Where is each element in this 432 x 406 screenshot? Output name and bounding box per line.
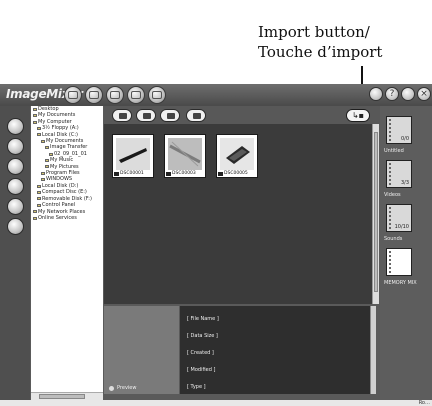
tree-item[interactable]: Online Services <box>31 215 103 221</box>
folder-icon <box>37 184 41 188</box>
album-name: MEMORY MIX <box>384 280 417 286</box>
info-created: [ Created ] <box>187 350 214 356</box>
folder-icon <box>49 152 53 156</box>
account-icon[interactable] <box>369 87 383 101</box>
thumbnail-label: DSC00001 <box>120 171 144 176</box>
callout-line2: Touche d’import <box>258 43 383 61</box>
import-button[interactable]: ↳▪ <box>346 109 370 122</box>
title-bar: ImageMixer ? × <box>0 84 432 106</box>
web-mode-button[interactable] <box>127 86 145 104</box>
thumbnail-grid: DSC00001 DSC00003 DSC00005 <box>104 124 372 304</box>
folder-icon <box>37 203 41 207</box>
print-tool-icon[interactable] <box>7 218 24 235</box>
folder-icon <box>37 197 41 201</box>
thumbnail-item[interactable]: DSC00001 <box>112 134 154 178</box>
album-name: Sounds <box>384 236 403 242</box>
info-type: [ Type ] <box>187 384 206 390</box>
tree-item-label: Online Services <box>38 214 77 221</box>
preview-pane <box>104 306 179 394</box>
info-data-size: [ Data Size ] <box>187 333 218 339</box>
thumbnail-item[interactable]: DSC00005 <box>216 134 258 178</box>
info-file-name: [ File Name ] <box>187 316 219 322</box>
thumbnail-image <box>220 138 254 170</box>
callout-line1: Import button/ <box>258 23 370 41</box>
album-name: Untitled <box>384 148 404 154</box>
import-callout: Import button/ Touche d’import <box>258 22 432 62</box>
folder-icon <box>45 165 49 169</box>
info-modified: [ Modified ] <box>187 367 216 373</box>
grid-vertical-scrollbar[interactable] <box>372 124 379 304</box>
folder-icon <box>37 126 41 130</box>
thumbnail-item[interactable]: DSC00003 <box>164 134 206 178</box>
info-scrollbar[interactable] <box>370 306 376 394</box>
folder-icon <box>33 114 37 118</box>
import-mode-button[interactable] <box>64 86 82 104</box>
imagemixer-window: ImageMixer ? × Desktop My Documents My Com… <box>0 84 432 400</box>
folder-icon <box>45 158 49 162</box>
thumbnail-label: DSC00005 <box>224 171 248 176</box>
folder-icon <box>37 133 41 137</box>
folder-icon <box>41 171 45 175</box>
status-bar: Ro… <box>0 400 432 406</box>
preview-label: Preview <box>117 385 137 391</box>
status-text: Ro… <box>418 400 430 406</box>
camera-view-button[interactable] <box>112 109 132 122</box>
lock-tool-icon[interactable] <box>7 138 24 155</box>
slideshow-view-button[interactable] <box>186 109 206 122</box>
tool-strip <box>0 106 30 400</box>
tree-horizontal-scrollbar[interactable] <box>31 392 103 400</box>
thumbnail-image <box>168 138 202 170</box>
cd-mode-button[interactable] <box>148 86 166 104</box>
preview-radio[interactable] <box>109 386 114 391</box>
folder-tree[interactable]: Desktop My Documents My Computer 3½ Floppy … <box>31 106 103 392</box>
video-view-button[interactable] <box>136 109 156 122</box>
sound-view-button[interactable] <box>160 109 180 122</box>
print-mode-button[interactable] <box>106 86 124 104</box>
folder-icon <box>41 178 45 182</box>
album-videos[interactable]: 3/3 <box>386 160 412 188</box>
browser-toolbar <box>104 106 380 124</box>
folder-icon <box>33 107 37 111</box>
album-name: Videos <box>384 192 401 198</box>
folder-icon <box>33 210 37 214</box>
thumbnail-label: DSC00003 <box>172 171 196 176</box>
folder-icon <box>33 216 37 220</box>
rotate-tool-icon[interactable] <box>7 158 24 175</box>
info-tool-icon[interactable] <box>7 118 24 135</box>
settings-icon[interactable] <box>401 87 415 101</box>
folder-icon <box>41 139 45 143</box>
help-icon[interactable]: ? <box>385 87 399 101</box>
album-memory-mix[interactable] <box>386 248 412 276</box>
folder-icon <box>37 190 41 194</box>
close-icon[interactable]: × <box>417 87 431 101</box>
thumbnail-image <box>116 138 150 170</box>
album-untitled[interactable]: 0/0 <box>386 116 412 144</box>
edit-tool-icon[interactable] <box>7 178 24 195</box>
folder-icon <box>45 146 49 150</box>
album-mode-button[interactable] <box>85 86 103 104</box>
folder-icon <box>33 120 37 124</box>
album-sounds[interactable]: 10/10 <box>386 204 412 232</box>
import-icon: ↳▪ <box>351 111 365 120</box>
delete-tool-icon[interactable] <box>7 198 24 215</box>
